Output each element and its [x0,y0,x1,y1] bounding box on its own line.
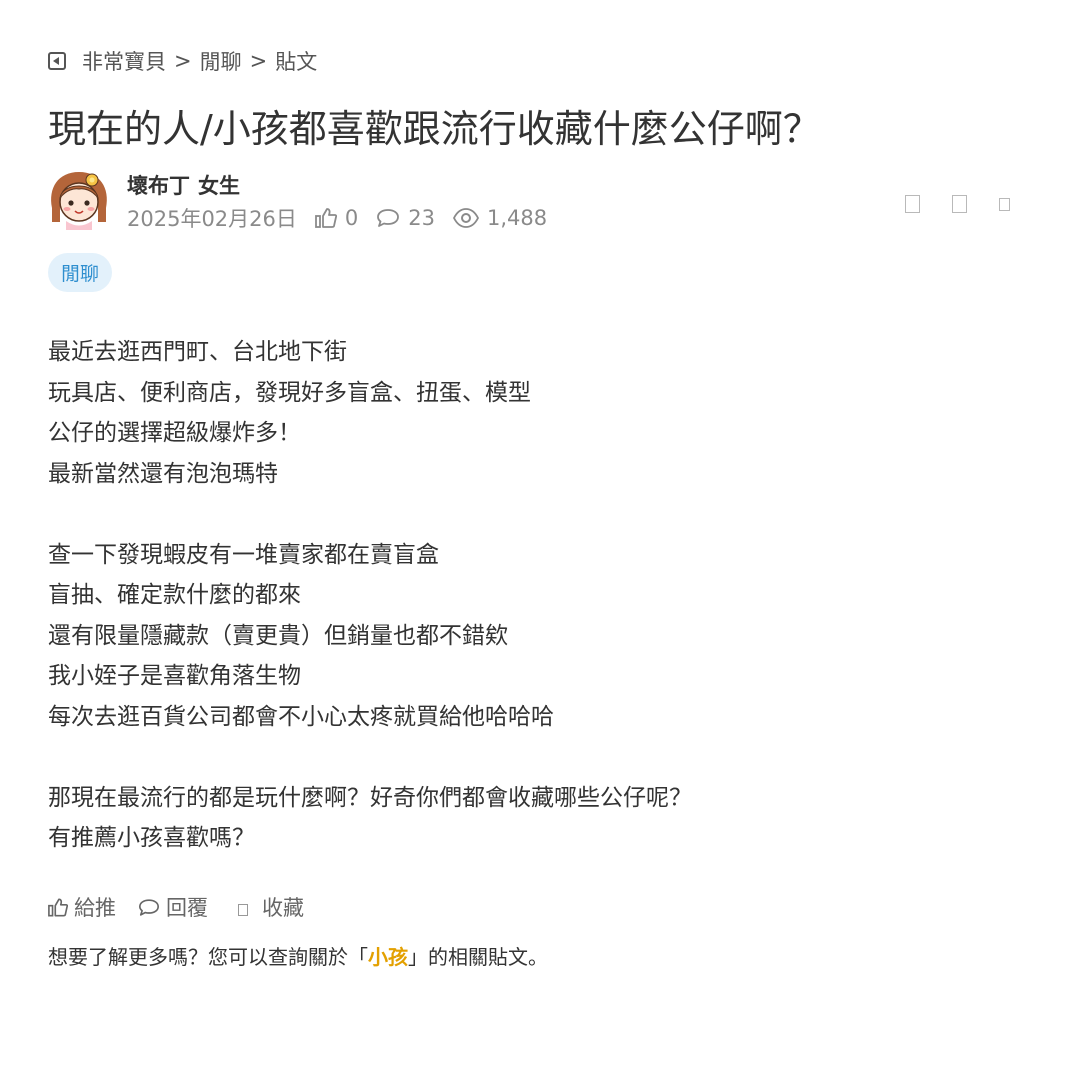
related-suffix: 」的相關貼文。 [408,945,548,969]
view-count-value: 1,488 [487,206,548,230]
bookmark-icon[interactable] [952,195,967,213]
related-posts-hint: 想要了解更多嗎？您可以查詢關於「小孩」的相關貼文。 [48,941,548,970]
like-button-label: 給推 [74,896,116,920]
post-meta: 2025年02月26日 0 23 1,488 [127,203,565,233]
author-gender: 女生 [198,174,240,198]
breadcrumb-separator: > [249,49,268,73]
content-line: 有推薦小孩喜歡嗎？ [48,825,255,851]
reply-button[interactable]: 回覆 [138,892,208,922]
author-name[interactable]: 壞布丁 [127,174,190,198]
breadcrumb: 非常寶貝 > 閒聊 > 貼文 [48,46,317,76]
like-button[interactable]: 給推 [48,892,116,922]
comment-icon [139,898,159,916]
bookmark-button[interactable]: 收藏 [230,892,304,922]
breadcrumb-item-current: 貼文 [275,50,318,74]
content-line: 玩具店、便利商店，發現好多盲盒、扭蛋、模型 [48,379,531,406]
like-count: 0 [314,206,359,230]
eye-icon [453,208,479,228]
bookmark-button-label: 收藏 [262,896,304,920]
content-line: 查一下發現蝦皮有一堆賣家都在賣盲盒 [48,541,439,568]
bookmark-icon [238,904,248,916]
breadcrumb-item-forum[interactable]: 非常寶貝 [82,46,166,76]
reply-button-label: 回覆 [166,896,208,920]
back-icon[interactable] [48,52,66,70]
content-line: 公仔的選擇超級爆炸多！ [48,420,301,446]
comment-count: 23 [376,206,435,230]
comment-icon [377,209,400,227]
post-date: 2025年02月26日 [127,207,297,231]
share-icon[interactable] [905,195,920,213]
like-count-value: 0 [344,206,359,230]
view-count: 1,488 [453,206,547,230]
post-title: 現在的人/小孩都喜歡跟流行收藏什麼公仔啊？ [48,107,821,151]
author-info: 壞布丁 女生 [127,170,248,200]
content-line: 還有限量隱藏款（賣更貴）但銷量也都不錯欸 [48,622,508,649]
content-line: 那現在最流行的都是玩什麼啊？好奇你們都會收藏哪些公仔呢？ [48,784,692,811]
more-options-icon[interactable] [999,197,1010,211]
related-keyword-link[interactable]: 小孩 [368,945,408,969]
content-line: 最近去逛西門町、台北地下街 [48,339,347,365]
content-paragraph: 查一下發現蝦皮有一堆賣家都在賣盲盒 盲抽、確定款什麼的都來 還有限量隱藏款（賣更… [48,535,692,738]
content-paragraph: 那現在最流行的都是玩什麼啊？好奇你們都會收藏哪些公仔呢？ 有推薦小孩喜歡嗎？ [48,778,692,859]
thumb-up-icon [48,898,68,916]
breadcrumb-item-category[interactable]: 閒聊 [200,46,242,76]
comment-count-value: 23 [408,206,435,230]
breadcrumb-separator: > [174,49,192,73]
related-prefix: 想要了解更多嗎？您可以查詢關於「 [48,945,368,969]
avatar[interactable] [48,168,110,230]
thumb-up-icon [314,208,337,228]
content-line: 我小姪子是喜歡角落生物 [48,663,301,689]
post-content: 最近去逛西門町、台北地下街 玩具店、便利商店，發現好多盲盒、扭蛋、模型 公仔的選… [48,332,692,859]
post-bottom-actions: 給推 回覆 收藏 [48,892,326,922]
content-line: 每次去逛百貨公司都會不小心太疼就買給他哈哈哈 [48,703,554,730]
content-paragraph: 最近去逛西門町、台北地下街 玩具店、便利商店，發現好多盲盒、扭蛋、模型 公仔的選… [48,332,692,494]
category-tag[interactable]: 閒聊 [48,253,113,292]
content-line: 最新當然還有泡泡瑪特 [48,460,278,487]
content-line: 盲抽、確定款什麼的都來 [48,582,301,608]
post-actions [873,195,1010,213]
